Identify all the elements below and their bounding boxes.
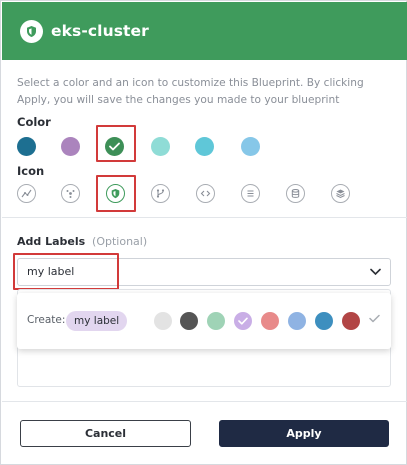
customize-blueprint-dialog: eks-cluster Select a color and an icon t…: [0, 0, 407, 465]
git-branch-icon[interactable]: [151, 184, 170, 203]
apply-button[interactable]: Apply: [219, 420, 389, 447]
dialog-header: eks-cluster: [2, 2, 407, 60]
label-color-swatch[interactable]: [342, 312, 360, 330]
optional-hint: (Optional): [92, 235, 148, 248]
dialog-description: Select a color and an icon to customize …: [17, 77, 364, 106]
color-option-teal-dark[interactable]: [17, 137, 36, 156]
code-icon[interactable]: [196, 184, 215, 203]
create-prefix: Create:: [27, 314, 66, 326]
cluster-nodes-icon[interactable]: [61, 184, 80, 203]
color-option-cyan[interactable]: [195, 137, 214, 156]
color-option-lavender[interactable]: [61, 137, 80, 156]
check-icon: [238, 317, 248, 325]
add-labels-title: Add Labels: [17, 235, 86, 248]
section-divider: [2, 217, 407, 218]
label-color-swatch[interactable]: [180, 312, 198, 330]
icon-section-label: Icon: [17, 164, 45, 178]
layers-icon[interactable]: [331, 184, 350, 203]
label-color-swatch[interactable]: [207, 312, 225, 330]
labels-input-value: my label: [27, 265, 75, 278]
label-color-swatch[interactable]: [261, 312, 279, 330]
labels-input[interactable]: my label: [17, 258, 391, 286]
label-color-swatch[interactable]: [154, 312, 172, 330]
list-icon[interactable]: [241, 184, 260, 203]
new-label-chip[interactable]: my label: [66, 311, 128, 331]
shield-icon: [20, 20, 43, 43]
add-labels-heading: Add Labels (Optional): [17, 235, 147, 248]
color-section-label: Color: [17, 115, 51, 129]
dialog-title: eks-cluster: [51, 22, 149, 40]
color-option-mint[interactable]: [151, 137, 170, 156]
label-color-swatch-selected[interactable]: [234, 312, 252, 330]
graph-line-icon[interactable]: [17, 184, 36, 203]
database-icon[interactable]: [286, 184, 305, 203]
create-label-dropdown[interactable]: Create: my label: [17, 293, 391, 349]
shield-icon[interactable]: [106, 184, 125, 203]
cancel-button[interactable]: Cancel: [20, 420, 191, 447]
confirm-check-icon[interactable]: [369, 314, 380, 323]
chevron-down-icon[interactable]: [370, 268, 381, 276]
label-color-swatch[interactable]: [288, 312, 306, 330]
label-color-swatch[interactable]: [315, 312, 333, 330]
color-option-sky[interactable]: [241, 137, 260, 156]
color-option-green[interactable]: [105, 137, 124, 156]
check-icon: [109, 142, 120, 151]
footer-divider: [2, 401, 407, 402]
